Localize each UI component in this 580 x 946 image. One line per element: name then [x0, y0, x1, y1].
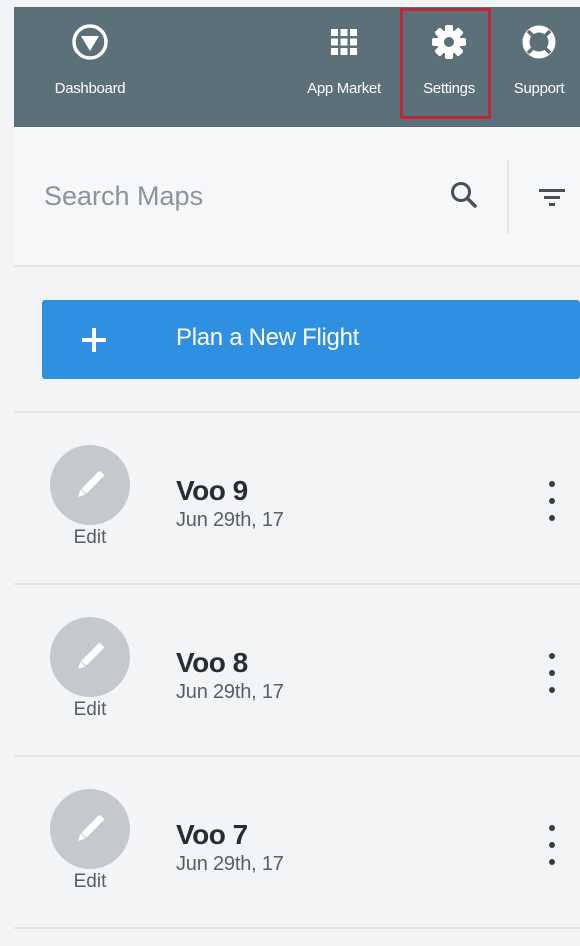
flight-date: Jun 29th, 17 [176, 509, 284, 531]
flight-list: Edit Voo 9 Jun 29th, 17 Edit Voo 8 Jun 2… [14, 413, 580, 929]
kebab-dot [549, 498, 555, 504]
plan-new-flight-button[interactable]: Plan a New Flight [42, 300, 580, 379]
kebab-dot [549, 653, 555, 659]
more-options-button[interactable] [542, 653, 562, 693]
filter-button[interactable] [530, 177, 574, 217]
pencil-icon [77, 471, 104, 498]
nav-label-support: Support [513, 80, 565, 97]
plan-flight-section: Plan a New Flight [14, 267, 580, 413]
search-bar [14, 127, 580, 267]
gear-icon [429, 22, 469, 62]
flight-date: Jun 29th, 17 [176, 681, 284, 703]
pencil-icon [77, 815, 104, 842]
compass-icon [70, 22, 110, 62]
nav-label-settings: Settings [423, 80, 475, 97]
nav-item-settings[interactable]: Settings [404, 7, 494, 127]
kebab-dot [549, 859, 555, 865]
search-input[interactable] [44, 171, 424, 221]
kebab-dot [549, 481, 555, 487]
edit-label: Edit [73, 871, 107, 892]
edit-label: Edit [73, 699, 107, 720]
nav-item-support[interactable]: Support [498, 7, 580, 127]
edit-avatar [50, 617, 130, 697]
lifebuoy-icon [519, 22, 559, 62]
edit-avatar [50, 445, 130, 525]
flight-name: Voo 7 [176, 819, 248, 850]
edit-flight-button[interactable]: Edit [50, 445, 130, 565]
flight-list-item[interactable]: Edit Voo 7 Jun 29th, 17 [14, 757, 580, 929]
nav-label-dashboard: Dashboard [54, 80, 126, 97]
edit-flight-button[interactable]: Edit [50, 617, 130, 737]
more-options-button[interactable] [542, 825, 562, 865]
kebab-dot [549, 670, 555, 676]
edit-flight-button[interactable]: Edit [50, 789, 130, 909]
flight-name: Voo 9 [176, 475, 248, 506]
kebab-dot [549, 687, 555, 693]
plus-icon [82, 328, 106, 352]
kebab-dot [549, 515, 555, 521]
search-button[interactable] [444, 175, 484, 215]
kebab-dot [549, 842, 555, 848]
kebab-dot [549, 825, 555, 831]
grid-icon [324, 22, 364, 62]
flight-list-item[interactable]: Edit Voo 8 Jun 29th, 17 [14, 585, 580, 757]
flight-name: Voo 8 [176, 647, 248, 678]
more-options-button[interactable] [542, 481, 562, 521]
edit-label: Edit [73, 527, 107, 548]
top-nav-bar: Dashboard App Market Settings Support [14, 7, 580, 127]
nav-item-dashboard[interactable]: Dashboard [32, 7, 148, 127]
search-icon [451, 182, 477, 208]
flight-list-item[interactable]: Edit Voo 9 Jun 29th, 17 [14, 413, 580, 585]
nav-label-app-market: App Market [307, 80, 381, 97]
search-divider [507, 160, 509, 234]
edit-avatar [50, 789, 130, 869]
plan-new-flight-label: Plan a New Flight [176, 324, 359, 351]
flight-date: Jun 29th, 17 [176, 853, 284, 875]
pencil-icon [77, 643, 104, 670]
filter-icon [539, 189, 565, 206]
nav-item-app-market[interactable]: App Market [286, 7, 402, 127]
